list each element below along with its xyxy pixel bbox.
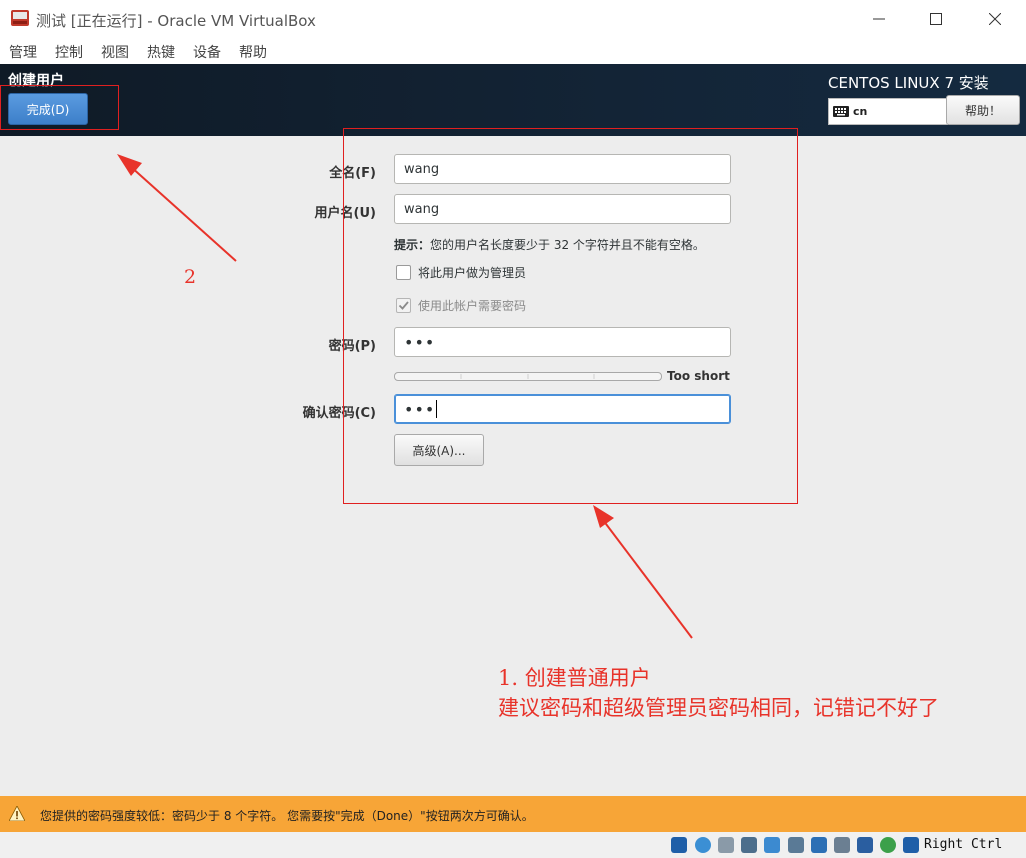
- recording-icon[interactable]: [834, 837, 850, 853]
- optical-drive-icon[interactable]: [695, 837, 711, 853]
- arrow-icon-1: [593, 505, 693, 639]
- guest-additions-icon[interactable]: [880, 837, 896, 853]
- shared-folders-icon[interactable]: [788, 837, 804, 853]
- usb-icon[interactable]: [764, 837, 780, 853]
- mouse-integration-icon[interactable]: [903, 837, 919, 853]
- arrow-icon-2: [117, 154, 237, 262]
- warning-text: 您提供的密码强度较低：密码少于 8 个字符。 您需要按"完成（Done）"按钮两…: [40, 809, 534, 823]
- hard-disk-icon[interactable]: [671, 837, 687, 853]
- annotation-arrows: [117, 154, 693, 639]
- password-warning-bar: 您提供的密码强度较低：密码少于 8 个字符。 您需要按"完成（Done）"按钮两…: [0, 796, 1026, 832]
- warning-icon: [9, 806, 25, 821]
- host-key-label: Right Ctrl: [924, 837, 1003, 852]
- annotation-note-line1: 1. 创建普通用户: [498, 666, 651, 690]
- cpu-vt-icon[interactable]: [857, 837, 873, 853]
- network-icon[interactable]: [741, 837, 757, 853]
- annotation-number-2: 2: [184, 266, 197, 288]
- display-icon[interactable]: [811, 837, 827, 853]
- annotation-note-line2: 建议密码和超级管理员密码相同，记错记不好了: [498, 696, 939, 720]
- vm-status-bar: Right Ctrl: [0, 832, 1026, 858]
- audio-icon[interactable]: [718, 837, 734, 853]
